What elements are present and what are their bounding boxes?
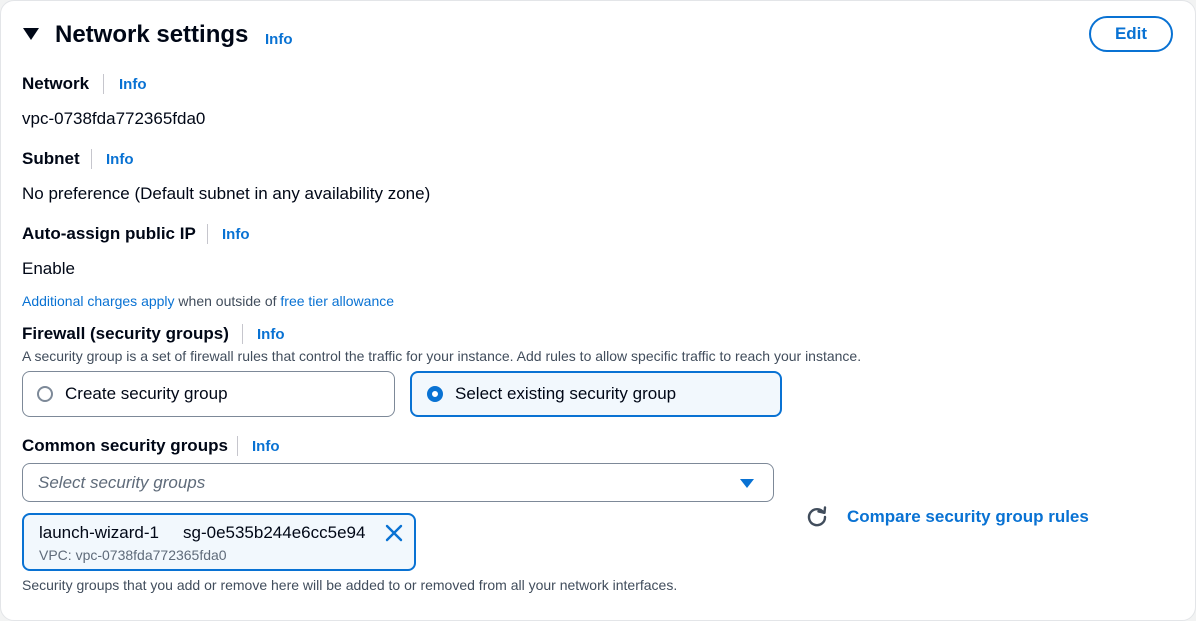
auto-assign-ip-value: Enable — [22, 259, 75, 278]
charges-middle-text: when outside of — [174, 293, 281, 309]
select-existing-security-group-label: Select existing security group — [455, 384, 677, 403]
divider — [242, 324, 243, 344]
firewall-info-link[interactable]: Info — [257, 326, 285, 343]
auto-assign-ip-label: Auto-assign public IP — [22, 224, 196, 243]
firewall-description: A security group is a set of firewall ru… — [22, 348, 862, 364]
remove-x-icon[interactable] — [384, 523, 404, 543]
token-vpc: VPC: vpc-0738fda772365fda0 — [39, 547, 227, 563]
security-group-token: launch-wizard-1 sg-0e535b244e6cc5e94 VPC… — [22, 513, 416, 571]
section-info-link[interactable]: Info — [265, 31, 293, 48]
section-title: Network settings — [55, 21, 249, 48]
additional-charges-link[interactable]: Additional charges apply — [22, 293, 175, 309]
select-placeholder: Select security groups — [38, 473, 206, 492]
divider — [207, 224, 208, 244]
create-security-group-option[interactable]: Create security group — [22, 371, 395, 417]
subnet-value: No preference (Default subnet in any ava… — [22, 184, 431, 203]
divider — [103, 74, 104, 94]
security-groups-select[interactable]: Select security groups — [22, 463, 774, 502]
security-groups-footer-note: Security groups that you add or remove h… — [22, 577, 678, 593]
select-existing-security-group-option[interactable]: Select existing security group — [410, 371, 782, 417]
firewall-label: Firewall (security groups) — [22, 324, 229, 343]
caret-down-icon[interactable] — [23, 28, 39, 40]
compare-security-group-rules-link[interactable]: Compare security group rules — [847, 507, 1089, 527]
refresh-icon[interactable] — [806, 506, 828, 528]
token-group-name: launch-wizard-1 — [39, 523, 159, 542]
common-security-groups-info-link[interactable]: Info — [252, 438, 280, 455]
subnet-label: Subnet — [22, 149, 80, 168]
radio-unselected-icon[interactable] — [37, 386, 53, 402]
network-settings-panel: Network settings Info Edit Network Info … — [0, 0, 1196, 621]
common-security-groups-label: Common security groups — [22, 436, 228, 455]
dropdown-arrow-icon[interactable] — [740, 479, 754, 488]
charges-note: Additional charges apply when outside of… — [22, 292, 394, 310]
network-info-link[interactable]: Info — [119, 76, 147, 93]
radio-selected-icon[interactable] — [427, 386, 443, 402]
subnet-info-link[interactable]: Info — [106, 151, 134, 168]
token-group-id: sg-0e535b244e6cc5e94 — [183, 523, 366, 542]
edit-button[interactable]: Edit — [1089, 16, 1173, 52]
network-value: vpc-0738fda772365fda0 — [22, 109, 206, 128]
divider — [237, 436, 238, 456]
network-label: Network — [22, 74, 90, 93]
create-security-group-label: Create security group — [65, 384, 228, 403]
free-tier-link[interactable]: free tier allowance — [280, 293, 394, 309]
divider — [91, 149, 92, 169]
auto-assign-ip-info-link[interactable]: Info — [222, 226, 250, 243]
